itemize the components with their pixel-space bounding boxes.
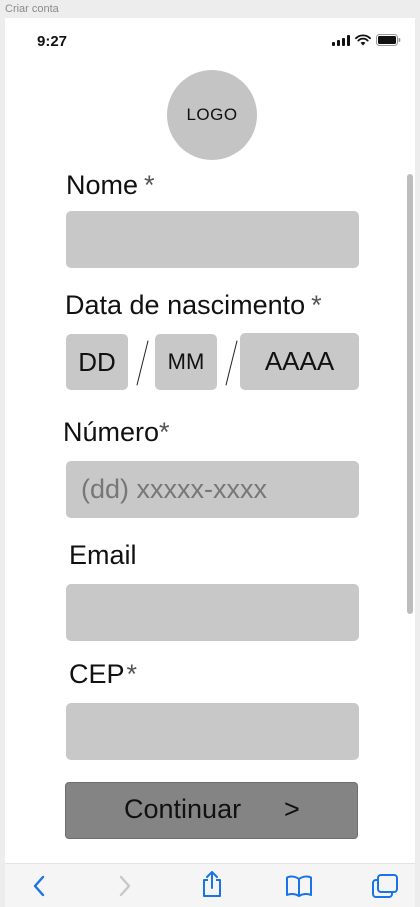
battery-icon [376, 34, 401, 46]
wifi-icon [355, 34, 371, 46]
cellular-signal-icon [332, 34, 350, 46]
day-input[interactable]: DD [66, 334, 128, 390]
numero-input[interactable]: (dd) xxxxx-xxxx [66, 461, 359, 518]
back-icon [33, 875, 45, 897]
continue-button[interactable]: Continuar > [65, 782, 358, 839]
month-input[interactable]: MM [155, 334, 217, 390]
share-button[interactable] [200, 870, 224, 898]
nome-input[interactable] [66, 211, 359, 268]
browser-toolbar [5, 863, 415, 907]
email-input[interactable] [66, 584, 359, 641]
window-title: Criar conta [5, 3, 59, 15]
nome-label: Nome * [66, 170, 155, 200]
forward-icon [119, 875, 131, 897]
data-nascimento-label: Data de nascimento * [65, 290, 322, 320]
logo: LOGO [167, 70, 257, 160]
scrollbar[interactable] [407, 174, 413, 614]
numero-label: Número* [63, 417, 170, 447]
year-input[interactable]: AAAA [240, 333, 359, 390]
bookmarks-icon [286, 875, 312, 897]
status-bar: 9:27 [5, 18, 415, 62]
cep-input[interactable] [66, 703, 359, 760]
forward-button[interactable] [113, 874, 137, 898]
status-icons [332, 34, 401, 46]
tabs-icon [372, 874, 398, 898]
phone-screen: 9:27 LOGO Nome * Data de nascimento * DD M… [5, 18, 415, 907]
date-separator [136, 340, 149, 386]
bookmarks-button[interactable] [285, 874, 313, 898]
share-icon [203, 871, 221, 897]
tabs-button[interactable] [371, 874, 399, 898]
back-button[interactable] [27, 874, 51, 898]
continue-label: Continuar [124, 794, 242, 824]
cep-label: CEP* [69, 659, 138, 689]
email-label: Email [69, 540, 137, 570]
continue-arrow: > [284, 794, 300, 824]
date-separator [225, 340, 238, 386]
status-time: 9:27 [37, 33, 68, 50]
